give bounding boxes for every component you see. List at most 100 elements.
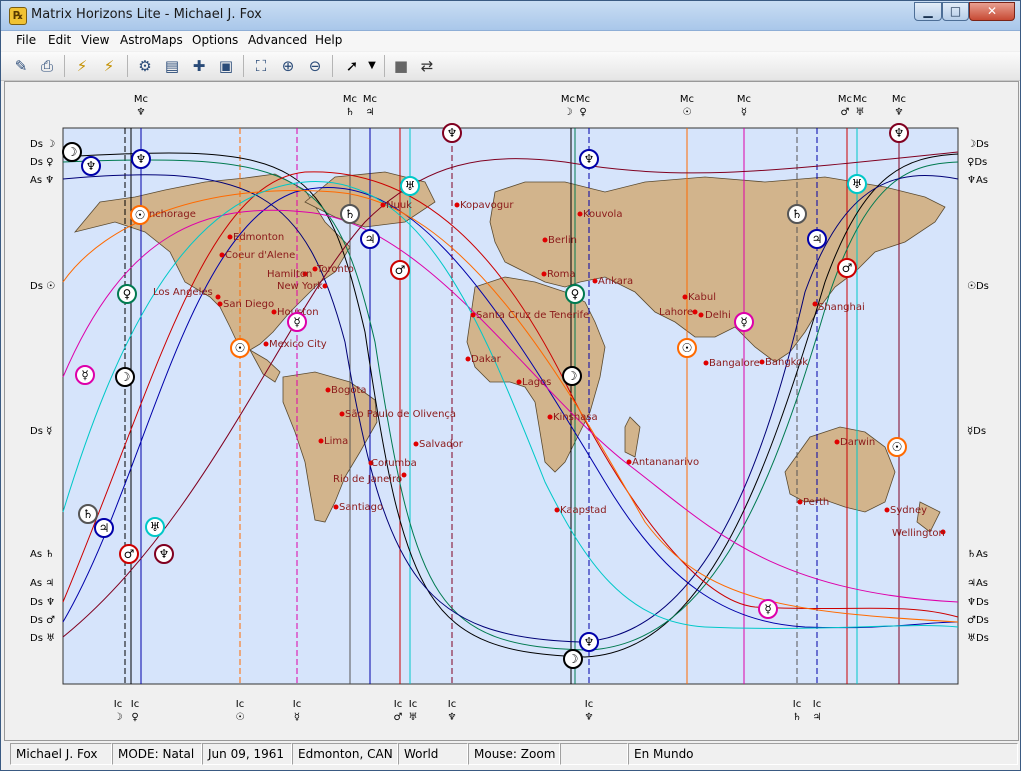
top-glyph: ♃ <box>366 107 375 118</box>
right-label: ☽Ds <box>967 139 989 150</box>
top-label: Mc <box>838 94 852 105</box>
city-label: Nuuk <box>386 200 412 211</box>
minimize-button[interactable]: ▁ <box>914 2 942 21</box>
planet-lines-icon[interactable]: ⚡ <box>71 55 93 77</box>
swap-icon[interactable]: ⇄ <box>416 55 438 77</box>
bottom-glyph: ☉ <box>236 712 245 723</box>
svg-text:♃: ♃ <box>812 232 823 246</box>
menu-view[interactable]: View <box>81 33 109 47</box>
city-label: Darwin <box>840 437 875 448</box>
chart-data-icon[interactable]: ▤ <box>161 55 183 77</box>
toolbar-separator <box>243 55 244 77</box>
top-label: Mc <box>737 94 751 105</box>
status-mouse-mode: Mouse: Zoom <box>468 743 560 765</box>
close-button[interactable]: ✕ <box>969 2 1015 21</box>
svg-text:☽: ☽ <box>568 652 579 666</box>
city-label: Bangkok <box>765 357 808 368</box>
status-mode: MODE: Natal <box>112 743 202 765</box>
stop-icon[interactable]: ■ <box>390 55 412 77</box>
edit-chart-icon[interactable]: ✎ <box>10 55 32 77</box>
left-label: Ds ♆ <box>30 597 55 608</box>
menu-advanced[interactable]: Advanced <box>248 33 307 47</box>
toolbar-separator <box>64 55 65 77</box>
city-label: Kaapstad <box>560 505 607 516</box>
city-label: Salvador <box>419 439 464 450</box>
svg-text:☉: ☉ <box>135 208 146 222</box>
astro-map[interactable]: Anchorage Edmonton Coeur d'Alene Hamilto… <box>5 82 1018 740</box>
city-label: Lima <box>324 436 348 447</box>
menu-help[interactable]: Help <box>315 33 342 47</box>
menu-astromaps[interactable]: AstroMaps <box>120 33 183 47</box>
right-axis-labels: ☽Ds ♀Ds ♆As ☉Ds ☿Ds ♄As ♃As ♆Ds ♂Ds ♅Ds <box>967 139 989 644</box>
bottom-label: Ic <box>813 699 821 710</box>
toolbar-separator <box>127 55 128 77</box>
city-label: New York <box>277 281 323 292</box>
pointer-icon[interactable]: ➚ <box>341 55 363 77</box>
left-label: Ds ♅ <box>30 633 55 644</box>
settings-icon[interactable]: ⚙ <box>134 55 156 77</box>
status-mundo: En Mundo <box>628 743 1018 765</box>
left-label: Ds ♂ <box>30 615 55 626</box>
svg-text:♆: ♆ <box>584 635 595 649</box>
svg-text:♂: ♂ <box>842 261 853 275</box>
bottom-label: Ic <box>236 699 244 710</box>
city-label: Berlin <box>548 235 577 246</box>
status-place: Edmonton, CAN <box>292 743 398 765</box>
svg-text:☿: ☿ <box>293 315 300 329</box>
svg-text:♄: ♄ <box>792 207 803 221</box>
maximize-button[interactable]: □ <box>942 2 969 21</box>
svg-text:♂: ♂ <box>395 263 406 277</box>
status-region: World <box>398 743 468 765</box>
top-glyph: ♂ <box>841 107 850 118</box>
menu-file[interactable]: File <box>16 33 36 47</box>
city-label: Lagos <box>522 377 551 388</box>
svg-text:♅: ♅ <box>852 177 863 191</box>
bottom-glyph: ♆ <box>585 712 594 723</box>
planet-lines-alt-icon[interactable]: ⚡ <box>98 55 120 77</box>
svg-text:♆: ♆ <box>447 126 458 140</box>
city-label: Perth <box>803 497 829 508</box>
menu-edit[interactable]: Edit <box>48 33 71 47</box>
left-label: Ds ☽ <box>30 139 55 150</box>
print-icon[interactable]: ⎙ <box>36 55 58 77</box>
top-label: Mc <box>363 94 377 105</box>
right-label: ♀Ds <box>967 157 987 168</box>
svg-text:♅: ♅ <box>150 520 161 534</box>
zoom-out-icon[interactable]: ⊖ <box>304 55 326 77</box>
bottom-glyph: ♃ <box>813 712 822 723</box>
menu-options[interactable]: Options <box>192 33 238 47</box>
svg-text:♆: ♆ <box>86 159 97 173</box>
monitor-icon[interactable]: ▣ <box>215 55 237 77</box>
bottom-axis-labels: Ic ☽ Ic ♀ Ic ☉ Ic ☿ Ic ♂ Ic ♅ Ic ♆ Ic ♆ Ic ♄ Ic ♃ <box>114 699 822 723</box>
bottom-glyph: ☿ <box>294 712 300 723</box>
title-bar: ℞ Matrix Horizons Lite - Michael J. Fox … <box>1 1 1020 31</box>
city-label: Toronto <box>316 264 354 275</box>
status-date: Jun 09, 1961 <box>202 743 292 765</box>
right-label: ☉Ds <box>967 281 989 292</box>
svg-text:♂: ♂ <box>124 547 135 561</box>
app-logo-icon[interactable]: ℞ <box>9 7 27 25</box>
fit-map-icon[interactable]: ⛶ <box>250 55 272 77</box>
bottom-label: Ic <box>394 699 402 710</box>
right-label: ☿Ds <box>967 426 986 437</box>
city-label: Bangalore <box>709 358 760 369</box>
zoom-in-icon[interactable]: ⊕ <box>277 55 299 77</box>
bottom-glyph: ♆ <box>448 712 457 723</box>
city-label: Santiago <box>339 502 383 513</box>
status-blank <box>560 743 628 765</box>
city-label: Antananarivo <box>632 457 699 468</box>
city-label: Mexico City <box>269 339 327 350</box>
add-location-icon[interactable]: ✚ <box>188 55 210 77</box>
city-label: Anchorage <box>142 209 196 220</box>
city-label: Kinshasa <box>553 412 598 423</box>
top-glyph: ♀ <box>579 107 586 118</box>
city-label: Coeur d'Alene <box>225 250 295 261</box>
top-axis-labels: Mc♆ Mc♄ Mc♃ Mc☽ Mc♀ Mc☉ Mc☿ Mc♂ Mc♅ Mc♆ <box>134 94 906 118</box>
right-label: ♆As <box>967 175 988 186</box>
left-label: Ds ☿ <box>30 426 52 437</box>
toolbar: ✎ ⎙ ⚡ ⚡ ⚙ ▤ ✚ ▣ ⛶ ⊕ ⊖ ➚ ▼ ■ ⇄ <box>1 52 1020 81</box>
map-canvas-area[interactable]: Anchorage Edmonton Coeur d'Alene Hamilto… <box>4 81 1019 741</box>
pointer-dropdown-icon[interactable]: ▼ <box>361 55 383 77</box>
right-label: ♃As <box>967 578 988 589</box>
city-label: San Diego <box>223 299 274 310</box>
